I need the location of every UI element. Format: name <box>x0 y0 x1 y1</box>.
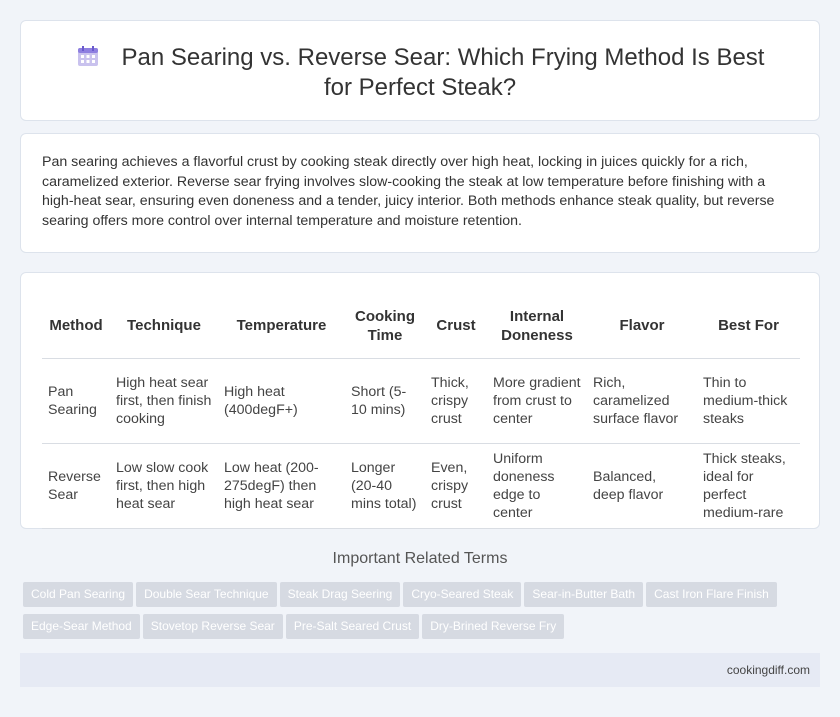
calendar-icon <box>77 46 98 66</box>
column-header: Crust <box>425 294 487 359</box>
table-row: Reverse Sear Low slow cook first, then h… <box>42 443 800 529</box>
column-header: Best For <box>697 294 800 359</box>
related-tag[interactable]: Steak Drag Seering <box>279 582 401 607</box>
column-header: Method <box>42 294 110 359</box>
related-tags: Cold Pan Searing Double Sear Technique Ste… <box>23 582 803 646</box>
table-cell: Reverse Sear <box>42 443 110 529</box>
footer-site-link[interactable]: cookingdiff.com <box>727 663 810 677</box>
related-terms-title: Important Related Terms <box>332 550 508 567</box>
related-tag[interactable]: Sear-in-Butter Bath <box>524 582 644 607</box>
related-tag[interactable]: Dry-Brined Reverse Fry <box>422 614 565 639</box>
table-cell: Short (5-10 mins) <box>345 358 425 444</box>
table-cell: Rich, caramelized surface flavor <box>587 358 697 444</box>
table-cell: Low heat (200-275degF) then high heat se… <box>218 443 345 529</box>
comparison-card: Method Technique Temperature Cooking Tim… <box>20 272 820 529</box>
table-cell: Low slow cook first, then high heat sear <box>110 443 218 529</box>
table-cell: High heat (400degF+) <box>218 358 345 444</box>
related-tag[interactable]: Double Sear Technique <box>136 582 277 607</box>
title-wrap: Pan Searing vs. Reverse Sear: Which Fryi… <box>61 43 779 103</box>
table-cell: Thin to medium-thick steaks <box>697 358 800 444</box>
header-card: Pan Searing vs. Reverse Sear: Which Fryi… <box>20 20 820 121</box>
intro-card: Pan searing achieves a flavorful crust b… <box>20 133 820 253</box>
table-cell: Pan Searing <box>42 358 110 444</box>
table-cell: Balanced, deep flavor <box>587 443 697 529</box>
column-header: Technique <box>110 294 218 359</box>
table-cell: Thick, crispy crust <box>425 358 487 444</box>
column-header: Cooking Time <box>345 294 425 359</box>
footer: cookingdiff.com <box>20 653 820 687</box>
table-cell: High heat sear first, then finish cookin… <box>110 358 218 444</box>
table-cell: Even, crispy crust <box>425 443 487 529</box>
table-cell: Longer (20-40 mins total) <box>345 443 425 529</box>
page-title: Pan Searing vs. Reverse Sear: Which Fryi… <box>121 44 765 101</box>
column-header: Temperature <box>218 294 345 359</box>
related-tag[interactable]: Cold Pan Searing <box>23 582 134 607</box>
table-cell: Uniform doneness edge to center <box>487 443 587 529</box>
table-row: Pan Searing High heat sear first, then f… <box>42 358 800 444</box>
related-tag[interactable]: Edge-Sear Method <box>23 614 140 639</box>
table-header-row: Method Technique Temperature Cooking Tim… <box>42 294 800 359</box>
related-tag[interactable]: Pre-Salt Seared Crust <box>285 614 420 639</box>
table-cell: More gradient from crust to center <box>487 358 587 444</box>
tag-row: Edge-Sear Method Stovetop Reverse Sear Pre… <box>23 614 803 646</box>
related-tag[interactable]: Cast Iron Flare Finish <box>646 582 777 607</box>
column-header: Flavor <box>587 294 697 359</box>
table-cell: Thick steaks, ideal for perfect medium-r… <box>697 443 800 529</box>
comparison-table: Method Technique Temperature Cooking Tim… <box>42 294 800 529</box>
tag-row: Cold Pan Searing Double Sear Technique Ste… <box>23 582 803 614</box>
related-tag[interactable]: Cryo-Seared Steak <box>403 582 522 607</box>
intro-paragraph: Pan searing achieves a flavorful crust b… <box>42 154 775 229</box>
column-header: Internal Doneness <box>487 294 587 359</box>
related-tag[interactable]: Stovetop Reverse Sear <box>142 614 283 639</box>
